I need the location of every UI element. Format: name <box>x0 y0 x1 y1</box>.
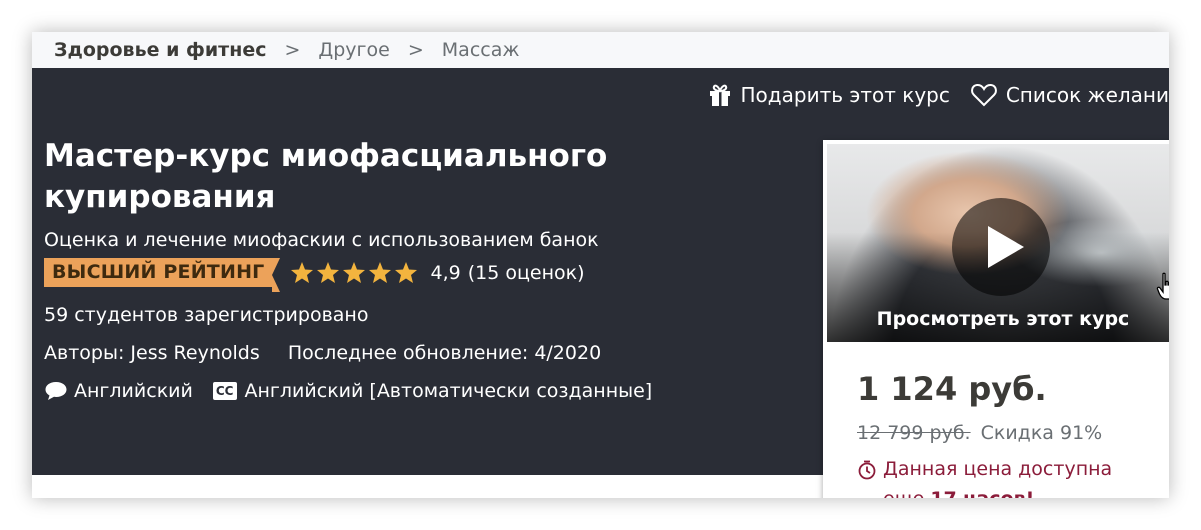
play-button[interactable] <box>952 198 1050 296</box>
wishlist-button[interactable]: Список желани <box>970 82 1169 108</box>
wishlist-label: Список желани <box>1005 83 1169 107</box>
price-timer: Данная цена доступна еще 17 часов! <box>857 454 1157 498</box>
bestseller-badge: ВЫСШИЙ РЕЙТИНГ <box>44 258 281 292</box>
current-price: 1 124 руб. <box>857 370 1047 408</box>
star-icon <box>343 262 366 283</box>
breadcrumb-item-other[interactable]: Другое <box>318 39 389 61</box>
author-link[interactable]: Jess Reynolds <box>130 342 259 364</box>
rating-stars <box>290 261 420 284</box>
heart-icon <box>970 83 997 107</box>
top-actions: Подарить этот курс Список желани <box>687 82 1169 108</box>
course-page: Здоровье и фитнес > Другое > Массаж Пода… <box>32 32 1169 498</box>
languages-row: Английский CC Английский [Автоматически … <box>44 380 672 402</box>
captions-language: CC Английский [Автоматически созданные] <box>212 380 653 402</box>
discount-percent: Скидка 91% <box>980 422 1103 444</box>
alarm-clock-icon <box>858 460 876 480</box>
course-subtitle: Оценка и лечение миофаскии с использован… <box>44 229 599 251</box>
star-icon <box>369 262 392 283</box>
breadcrumb-item-health[interactable]: Здоровье и фитнес <box>54 39 266 61</box>
audio-language-label: Английский <box>74 380 193 402</box>
course-preview[interactable]: Просмотреть этот курс <box>827 144 1169 342</box>
rating-value: 4,9 <box>430 261 461 284</box>
timer-prefix: еще <box>883 488 924 498</box>
purchase-card: Просмотреть этот курс 1 124 руб. 12 799 … <box>823 140 1169 498</box>
breadcrumb: Здоровье и фитнес > Другое > Массаж <box>32 32 1169 68</box>
timer-hours: 17 часов! <box>930 488 1034 498</box>
gift-icon <box>709 84 730 106</box>
timer-text: Данная цена доступна <box>883 458 1113 480</box>
gift-course-button[interactable]: Подарить этот курс <box>707 82 950 108</box>
course-title: Мастер-курс миофасциального купирования <box>44 138 608 215</box>
play-icon <box>988 226 1024 268</box>
closed-captions-icon: CC <box>212 382 237 400</box>
last-updated: Последнее обновление: 4/2020 <box>287 342 602 364</box>
breadcrumb-separator: > <box>407 39 424 61</box>
hand-cursor-icon <box>1156 272 1169 300</box>
audio-language: Английский <box>44 380 193 402</box>
star-icon <box>317 262 340 283</box>
captions-language-label: Английский [Автоматически созданные] <box>244 380 653 402</box>
breadcrumb-separator: > <box>284 39 301 61</box>
price-discount-row: 12 799 руб. Скидка 91% <box>857 422 1102 444</box>
preview-course-label: Просмотреть этот курс <box>876 308 1130 330</box>
rating-row: ВЫСШИЙ РЕЙТИНГ 4,9 (15 оценок) <box>44 258 585 292</box>
enrollment-count: 59 студентов зарегистрировано <box>44 304 369 326</box>
gift-course-label: Подарить этот курс <box>740 83 950 107</box>
course-meta: Авторы: Jess Reynolds Последнее обновлен… <box>44 342 601 364</box>
rating-count[interactable]: (15 оценок) <box>468 262 585 284</box>
speech-bubble-icon <box>45 382 67 400</box>
star-icon <box>291 262 314 283</box>
authors-label: Авторы: <box>44 342 125 364</box>
original-price: 12 799 руб. <box>857 422 971 444</box>
breadcrumb-item-massage[interactable]: Массаж <box>442 39 520 61</box>
star-icon <box>395 262 418 283</box>
